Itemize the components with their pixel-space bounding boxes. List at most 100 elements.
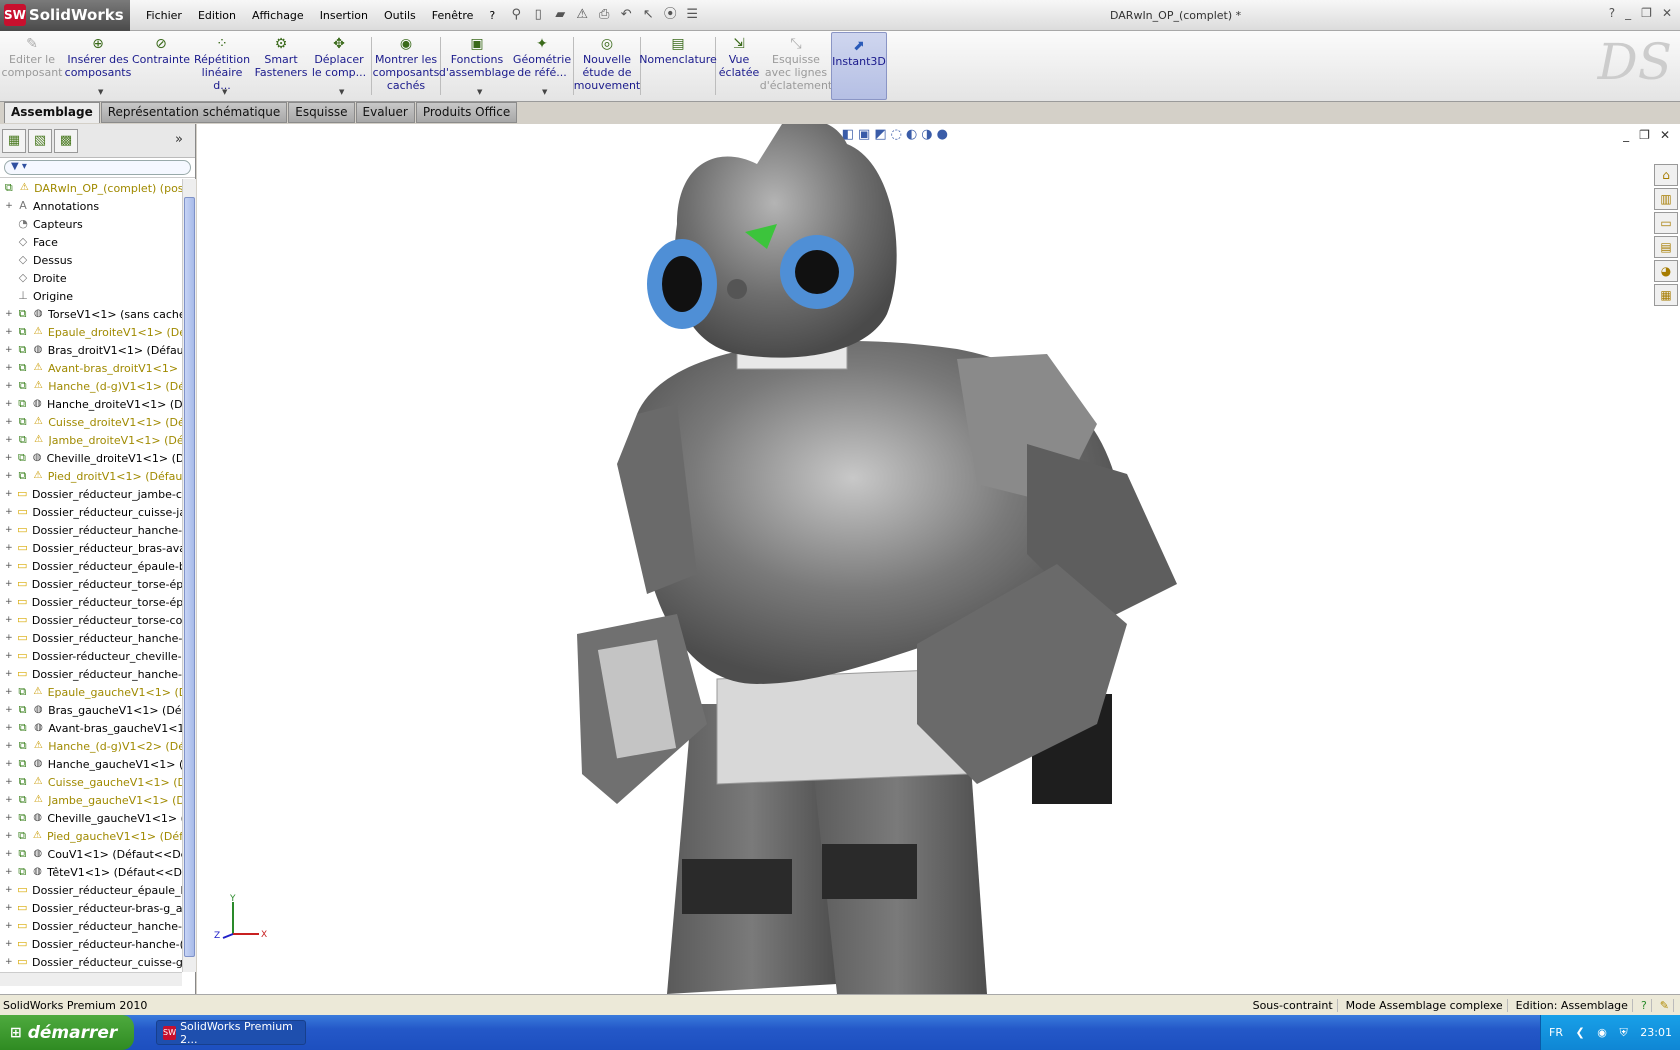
tray-arrow-icon[interactable]: ❮: [1576, 1026, 1585, 1039]
expand-toggle-icon[interactable]: +: [4, 921, 14, 931]
expand-toggle-icon[interactable]: +: [4, 345, 14, 355]
expand-toggle-icon[interactable]: +: [4, 705, 14, 715]
tree-item[interactable]: + ⧉ ⚠ Cuisse_gaucheV1<1> (D: [0, 773, 182, 791]
options-list-icon[interactable]: ☰: [683, 6, 701, 24]
menu-affichage[interactable]: Affichage: [244, 0, 312, 31]
expand-toggle-icon[interactable]: +: [4, 507, 14, 517]
explode-line-sketch-button[interactable]: ⤡ Esquisse avec lignes d'éclatement: [760, 31, 832, 101]
expand-toggle-icon[interactable]: +: [4, 669, 14, 679]
expand-toggle-icon[interactable]: +: [4, 759, 14, 769]
tree-item[interactable]: + ⧉ ⚠ Cuisse_droiteV1<1> (Dé: [0, 413, 182, 431]
expand-toggle-icon[interactable]: +: [4, 327, 14, 337]
property-manager-tab-icon[interactable]: ▧: [28, 128, 52, 153]
tree-item[interactable]: ⊥ Origine: [0, 287, 182, 305]
open-folder-icon[interactable]: ▰: [551, 6, 569, 24]
expand-toggle-icon[interactable]: +: [4, 903, 14, 913]
tree-item[interactable]: + ⧉ ◍ CouV1<1> (Défaut<<Dé: [0, 845, 182, 863]
appearances-icon[interactable]: ◕: [1654, 260, 1678, 282]
tree-item[interactable]: + ▭ Dossier_réducteur-hanche-(c: [0, 935, 182, 953]
expand-toggle-icon[interactable]: +: [4, 867, 14, 877]
instant3d-button[interactable]: ⬈ Instant3D: [831, 32, 887, 100]
help-icon[interactable]: ?: [1609, 6, 1615, 20]
tree-item[interactable]: + ⧉ ⚠ Pied_gaucheV1<1> (Défa: [0, 827, 182, 845]
close-icon[interactable]: ✕: [1662, 6, 1672, 20]
tree-item[interactable]: + ▭ Dossier_réducteur_épaule_b: [0, 881, 182, 899]
reference-geometry-button[interactable]: ✦ Géométrie de réfé... ▼: [512, 31, 572, 101]
linear-pattern-button[interactable]: ⁘ Répétition linéaire d... ▼: [190, 31, 254, 101]
traffic-light-icon[interactable]: ⦿: [661, 6, 679, 24]
tree-item[interactable]: + ⧉ ◍ Cheville_gaucheV1<1> (I: [0, 809, 182, 827]
mate-button[interactable]: ⊘ Contrainte: [132, 31, 190, 101]
undo-icon[interactable]: ↶: [617, 6, 635, 24]
select-cursor-icon[interactable]: ↖: [639, 6, 657, 24]
expand-toggle-icon[interactable]: +: [4, 633, 14, 643]
menu-insertion[interactable]: Insertion: [312, 0, 376, 31]
start-button[interactable]: ⊞ démarrer: [0, 1015, 134, 1050]
expand-toggle-icon[interactable]: +: [4, 741, 14, 751]
expand-toggle-icon[interactable]: +: [4, 651, 14, 661]
tree-item[interactable]: ◇ Dessus: [0, 251, 182, 269]
security-tray-icon[interactable]: ◉: [1597, 1026, 1607, 1039]
expand-toggle-icon[interactable]: +: [4, 489, 14, 499]
tree-vertical-scrollbar[interactable]: [182, 179, 196, 972]
help-status-icon[interactable]: ?: [1637, 998, 1652, 1012]
expand-toggle-icon[interactable]: +: [4, 417, 14, 427]
tree-horizontal-scrollbar[interactable]: [0, 972, 182, 986]
expand-toggle-icon[interactable]: +: [4, 435, 14, 445]
tree-item[interactable]: + ⧉ ⚠ Epaule_gaucheV1<1> (D: [0, 683, 182, 701]
expand-toggle-icon[interactable]: +: [4, 777, 14, 787]
tab-representation-schematique[interactable]: Représentation schématique: [100, 102, 288, 123]
menu-edition[interactable]: Edition: [190, 0, 244, 31]
scrollbar-thumb[interactable]: [184, 197, 195, 957]
expand-toggle-icon[interactable]: +: [4, 597, 14, 607]
menu-fichier[interactable]: Fichier: [138, 0, 190, 31]
assembly-features-button[interactable]: ▣ Fonctions d'assemblage ▼: [439, 31, 515, 101]
expand-toggle-icon[interactable]: +: [4, 939, 14, 949]
expand-toggle-icon[interactable]: +: [4, 795, 14, 805]
robot-3d-model[interactable]: [197, 124, 1680, 994]
tree-filter[interactable]: ▼ ▾: [0, 158, 195, 178]
rebuild-warning-icon[interactable]: ⚠: [573, 6, 591, 24]
new-document-icon[interactable]: ▯: [529, 6, 547, 24]
expand-toggle-icon[interactable]: +: [4, 381, 14, 391]
expand-toggle-icon[interactable]: +: [4, 957, 14, 967]
graphics-area[interactable]: ⊕ ⊞ ↩ ◧ ▣ ◩ ◌ ◐ ◑ ● _ ❐ ✕: [197, 124, 1680, 994]
tree-item[interactable]: ◇ Droite: [0, 269, 182, 287]
left-knee-servo[interactable]: [822, 844, 917, 899]
menu-fenetre[interactable]: Fenêtre: [424, 0, 482, 31]
expand-toggle-icon[interactable]: +: [4, 543, 14, 553]
expand-toggle-icon[interactable]: +: [4, 309, 14, 319]
expand-toggle-icon[interactable]: +: [4, 687, 14, 697]
tree-item[interactable]: + ▭ Dossier_réducteur-bras-g_av: [0, 899, 182, 917]
app-logo[interactable]: SW SolidWorks: [0, 0, 130, 31]
file-explorer-icon[interactable]: ▭: [1654, 212, 1678, 234]
expand-toggle-icon[interactable]: +: [4, 615, 14, 625]
tree-item[interactable]: + ⧉ ⚠ Epaule_droiteV1<1> (Dé: [0, 323, 182, 341]
restore-icon[interactable]: ❐: [1641, 6, 1652, 20]
tree-item[interactable]: + ▭ Dossier_réducteur_cuisse-g_: [0, 953, 182, 971]
custom-properties-icon[interactable]: ▦: [1654, 284, 1678, 306]
configuration-manager-tab-icon[interactable]: ▩: [54, 128, 78, 153]
tree-item[interactable]: + ▭ Dossier_réducteur_hanche-h: [0, 665, 182, 683]
tree-item[interactable]: ◔ Capteurs: [0, 215, 182, 233]
tree-item[interactable]: + ▭ Dossier_réducteur_bras-ava: [0, 539, 182, 557]
tree-root[interactable]: ⧉ ⚠ DARwIn_OP_(complet) (posi: [0, 179, 182, 197]
tree-item[interactable]: + A Annotations: [0, 197, 182, 215]
tree-item[interactable]: + ⧉ ◍ TêteV1<1> (Défaut<<Dé: [0, 863, 182, 881]
tree-item[interactable]: ◇ Face: [0, 233, 182, 251]
tree-item[interactable]: + ▭ Dossier_réducteur_jambe-ch: [0, 485, 182, 503]
solidworks-resources-icon[interactable]: ⌂: [1654, 164, 1678, 186]
tree-item[interactable]: + ⧉ ◍ Bras_gaucheV1<1> (Déf: [0, 701, 182, 719]
tab-assemblage[interactable]: Assemblage: [4, 102, 100, 123]
expand-toggle-icon[interactable]: +: [4, 453, 13, 463]
tab-evaluer[interactable]: Evaluer: [355, 102, 415, 123]
expand-toggle-icon[interactable]: +: [4, 201, 14, 211]
design-library-icon[interactable]: ▥: [1654, 188, 1678, 210]
tree-item[interactable]: + ▭ Dossier_réducteur_hanche-t: [0, 629, 182, 647]
language-indicator[interactable]: FR: [1549, 1026, 1563, 1039]
tree-item[interactable]: + ⧉ ⚠ Hanche_(d-g)V1<2> (Dé: [0, 737, 182, 755]
expand-toggle-icon[interactable]: +: [4, 723, 14, 733]
expand-toggle-icon[interactable]: +: [4, 885, 14, 895]
expand-toggle-icon[interactable]: +: [4, 471, 14, 481]
view-palette-icon[interactable]: ▤: [1654, 236, 1678, 258]
